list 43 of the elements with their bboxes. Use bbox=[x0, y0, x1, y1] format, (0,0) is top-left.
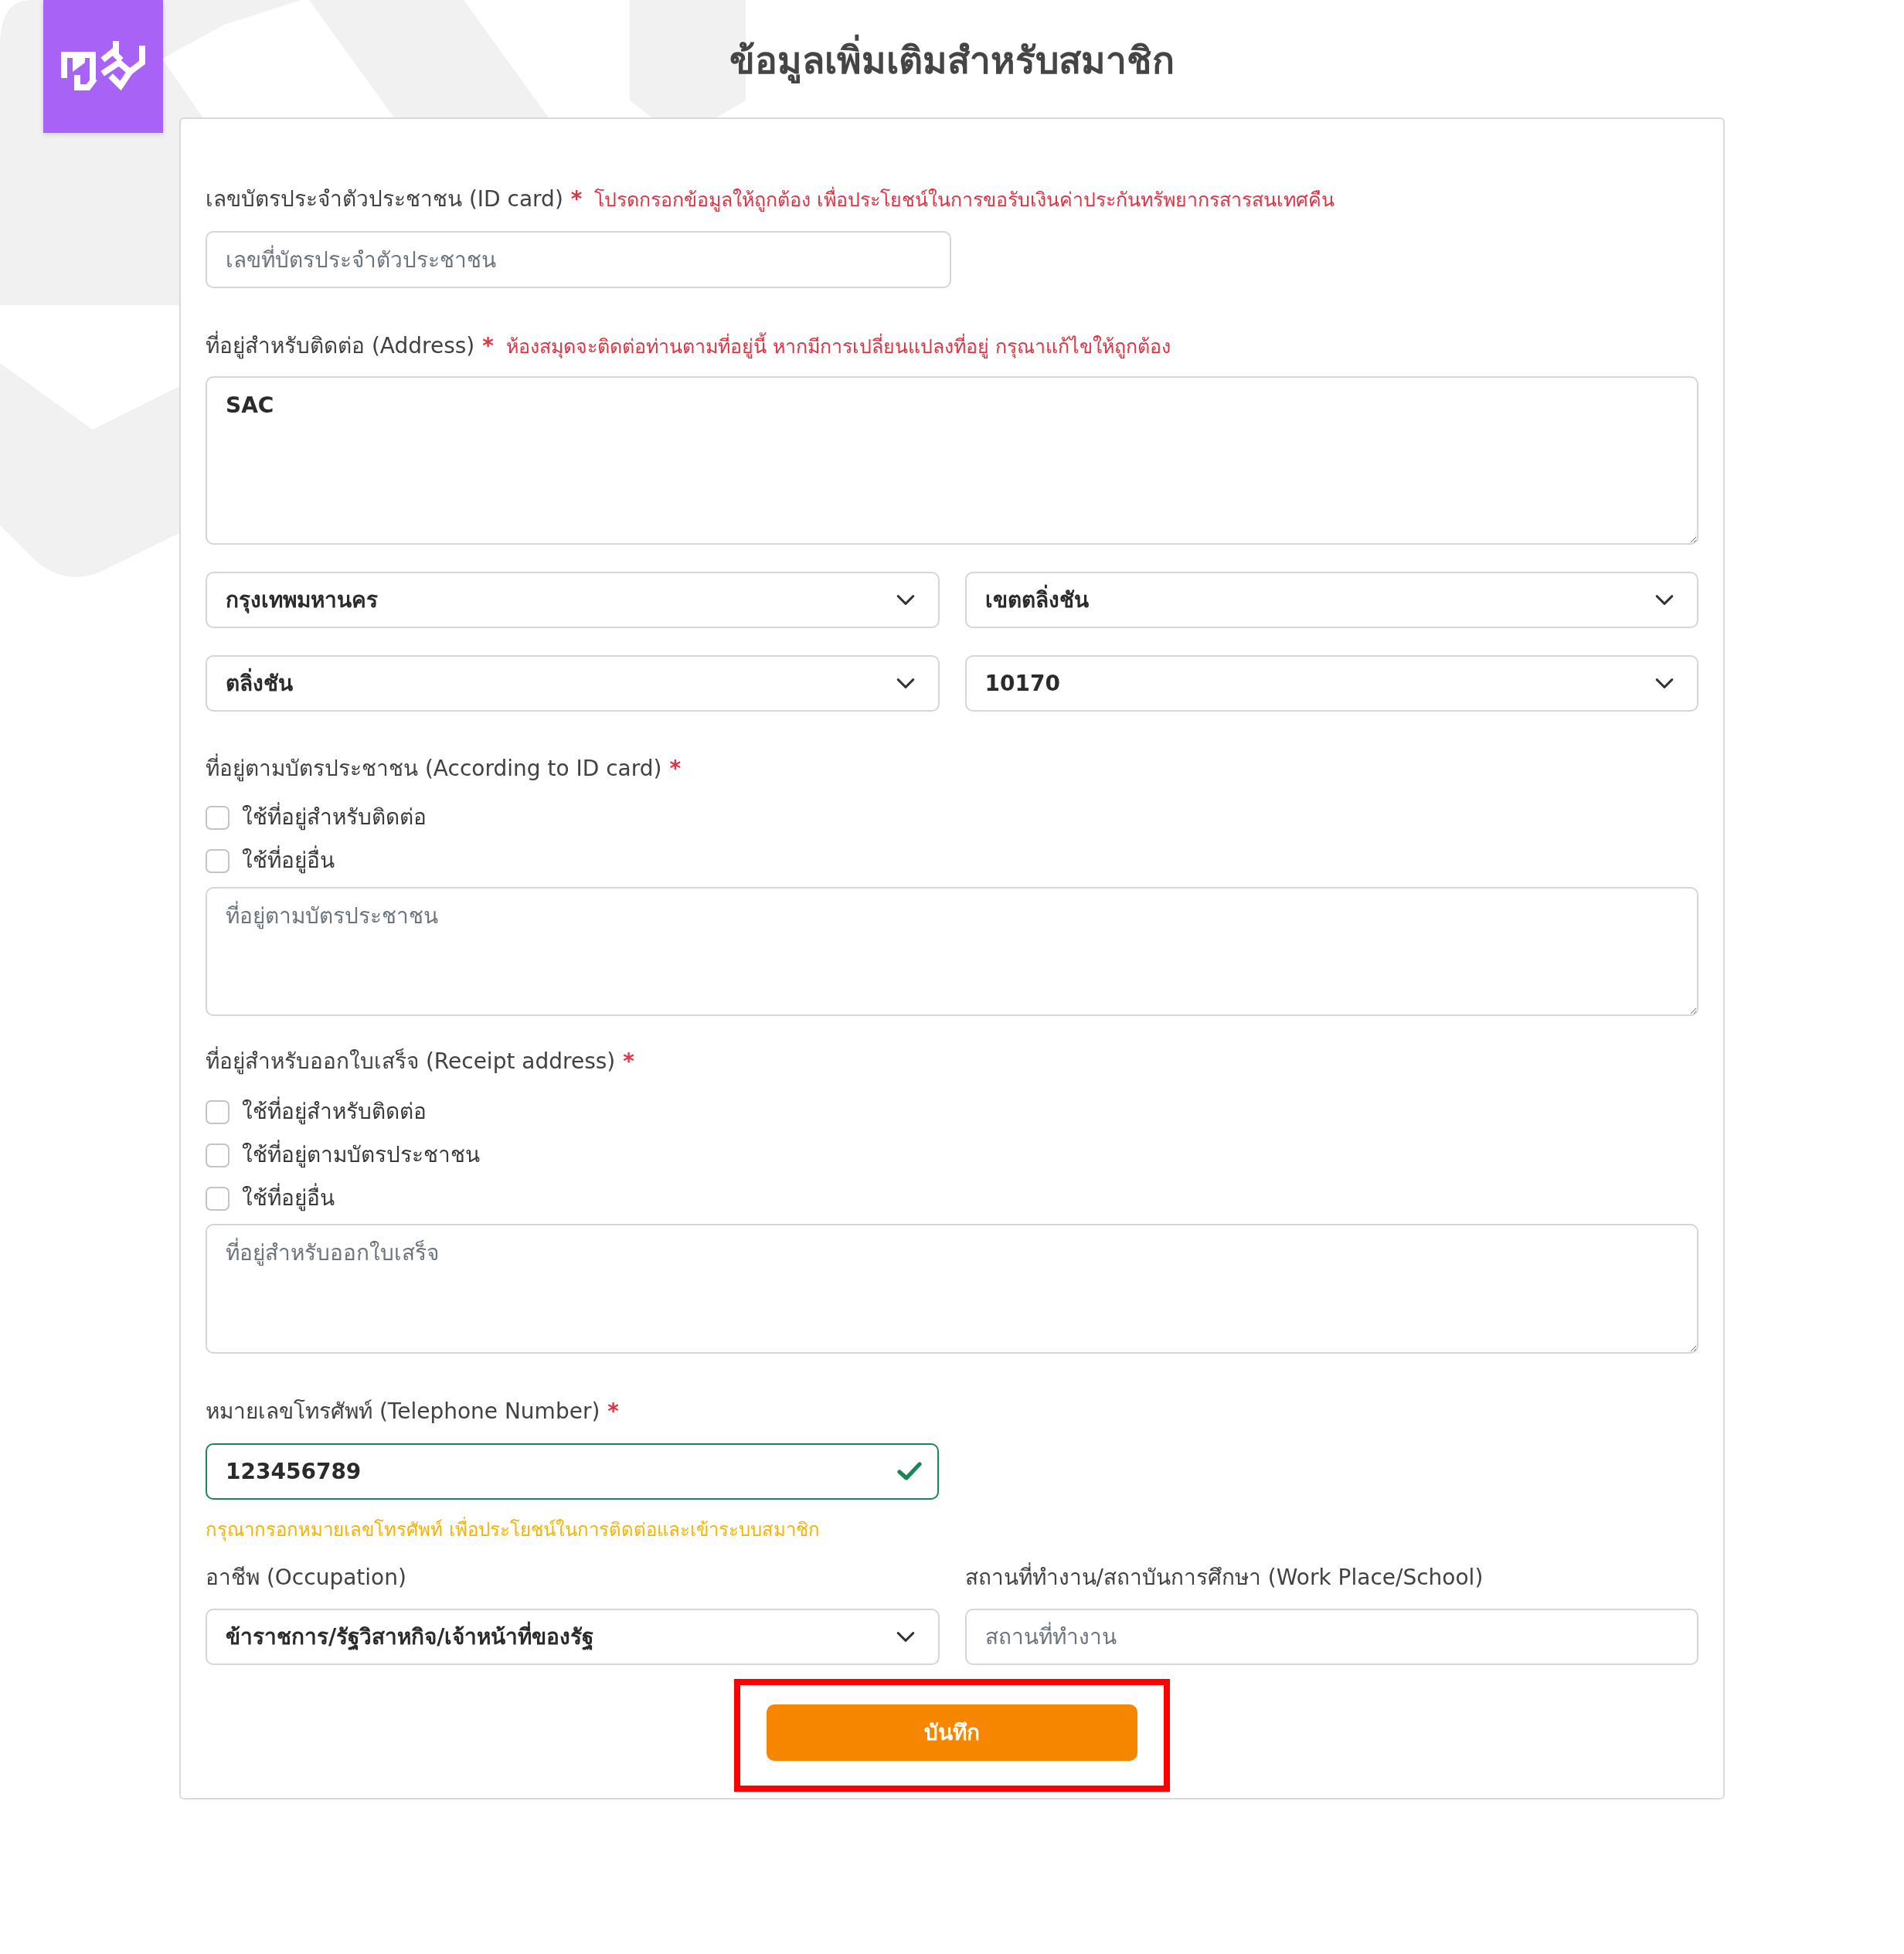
chevron-down-icon bbox=[1655, 678, 1674, 688]
checkbox[interactable] bbox=[206, 805, 230, 830]
checkbox[interactable] bbox=[206, 1186, 230, 1211]
checkbox-label[interactable]: ใช้ที่อยู่อื่น bbox=[242, 1182, 335, 1215]
required-asterisk: * bbox=[482, 332, 494, 360]
chevron-down-icon bbox=[896, 595, 915, 605]
chevron-down-icon bbox=[896, 1632, 915, 1642]
workplace-input[interactable]: สถานที่ทำงาน bbox=[964, 1609, 1698, 1665]
province-select[interactable]: กรุงเทพมหานคร bbox=[206, 572, 940, 628]
postal-code-select[interactable]: 10170 bbox=[964, 655, 1698, 712]
checkbox-label[interactable]: ใช้ที่อยู่ตามบัตรประชาชน bbox=[242, 1139, 480, 1171]
checkbox-label[interactable]: ใช้ที่อยู่สำหรับติดต่อ bbox=[242, 1096, 427, 1128]
chevron-down-icon bbox=[1655, 595, 1674, 605]
check-icon bbox=[897, 1462, 922, 1480]
required-asterisk: * bbox=[669, 755, 682, 783]
field-note: ห้องสมุดจะติดต่อท่านตามที่อยู่นี้ หากมีการเปลี่ยนแปลงที่อยู่ กรุณาแก้ไขให้ถูกต้อง bbox=[505, 331, 1171, 362]
receipt-address-textarea[interactable]: ที่อยู่สำหรับออกใบเสร็จ bbox=[206, 1224, 1698, 1354]
field-label: หมายเลขโทรศัพท์ (Telephone Number) bbox=[206, 1398, 600, 1426]
required-asterisk: * bbox=[607, 1398, 619, 1426]
occupation-select[interactable]: ข้าราชการ/รัฐวิสาหกิจ/เจ้าหน้าที่ของรัฐ bbox=[206, 1609, 940, 1665]
checkbox[interactable] bbox=[206, 1143, 230, 1167]
checkbox[interactable] bbox=[206, 1099, 230, 1124]
address-textarea[interactable]: SAC bbox=[206, 376, 1698, 545]
subdistrict-select[interactable]: ตลิ่งชัน bbox=[206, 655, 940, 712]
field-note: โปรดกรอกข้อมูลให้ถูกต้อง เพื่อประโยชน์ในการขอรับเงินค่าประกันทรัพยากรสารสนเทศคืน bbox=[594, 185, 1335, 216]
field-label: ที่อยู่ตามบัตรประชาชน (According to ID card) bbox=[206, 753, 662, 784]
required-asterisk: * bbox=[623, 1048, 634, 1076]
help-text: กรุณากรอกหมายเลขโทรศัพท์ เพื่อประโยชน์ในการติดต่อและเข้าระบบสมาชิก bbox=[206, 1517, 820, 1543]
field-label: อาชีพ (Occupation) bbox=[206, 1564, 406, 1592]
phone-input[interactable]: 123456789 bbox=[206, 1443, 939, 1500]
required-asterisk: * bbox=[570, 185, 583, 213]
checkbox-label[interactable]: ใช้ที่อยู่อื่น bbox=[242, 844, 335, 877]
page-title: ข้อมูลเพิ่มเติมสำหรับสมาชิก bbox=[729, 0, 1175, 85]
id-address-textarea[interactable]: ที่อยู่ตามบัตรประชาชน bbox=[206, 887, 1698, 1016]
checkbox[interactable] bbox=[206, 848, 230, 873]
field-label: ที่อยู่สำหรับออกใบเสร็จ (Receipt address) bbox=[206, 1046, 616, 1077]
chevron-down-icon bbox=[896, 678, 915, 688]
district-select[interactable]: เขตตลิ่งชัน bbox=[964, 572, 1698, 628]
checkbox-label[interactable]: ใช้ที่อยู่สำหรับติดต่อ bbox=[242, 801, 427, 834]
field-label: ที่อยู่สำหรับติดต่อ (Address) bbox=[206, 331, 475, 362]
field-label: เลขบัตรประจำตัวประชาชน (ID card) bbox=[206, 185, 563, 213]
field-label: สถานที่ทำงาน/สถาบันการศึกษา (Work Place/School) bbox=[964, 1562, 1484, 1593]
id-card-input[interactable]: เลขที่บัตรประจำตัวประชาชน bbox=[206, 231, 951, 288]
